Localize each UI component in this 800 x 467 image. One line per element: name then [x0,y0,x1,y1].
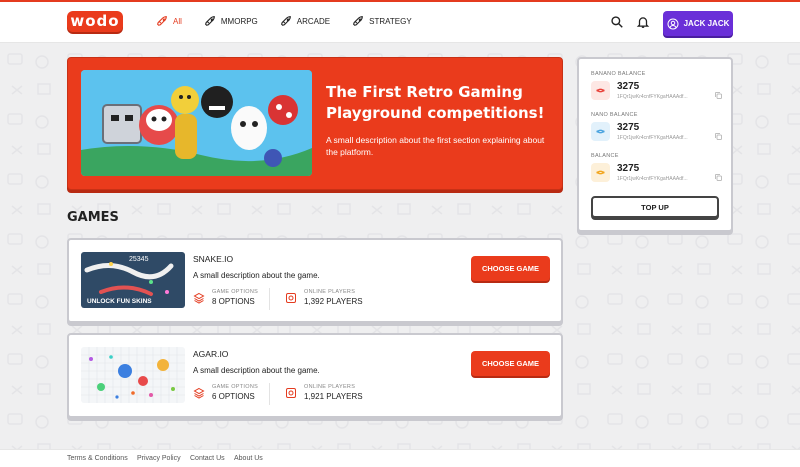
wallet-address: 1FQr1jwKr4cnfFYKgaHAAAdf... [617,135,688,141]
thumb-banner: UNLOCK FUN SKINS [87,298,152,305]
balances-panel: BANANO BALANCE 3275 1FQr1jwKr4cnfFYKgaHA… [577,57,733,232]
wallet-address: 1FQr1jwKr4cnfFYKgaHAAAdf... [617,176,688,182]
category-nav: All MMORPG ARCADE STRATEGY [156,15,434,28]
layers-icon [193,292,205,304]
target-icon [286,388,296,398]
rocket-icon [353,16,363,26]
game-thumbnail [81,347,185,403]
rocket-icon [157,16,167,26]
generic-balance: BALANCE 3275 1FQr1jwKr4cnfFYKgaHAAAdf... [591,153,723,182]
balance-label: NANO BALANCE [591,112,638,118]
game-card-agar: AGAR.IO A small description about the ga… [67,333,563,418]
nav-item-strategy[interactable]: STRATEGY [352,15,412,28]
stat-label: GAME OPTIONS [212,384,259,390]
user-account-button[interactable]: JACK JACK [663,11,733,36]
layers-icon [193,387,205,399]
user-name: JACK JACK [683,19,730,28]
online-players-stat: ONLINE PLAYERS 1,392 PLAYERS [285,289,363,306]
footer: Terms & Conditions Privacy Policy Contac… [0,449,800,467]
game-options-stat: GAME OPTIONS 6 OPTIONS [193,384,258,401]
footer-link-privacy[interactable]: Privacy Policy [137,455,181,462]
nav-label: MMORPG [220,17,258,26]
banano-balance: BANANO BALANCE 3275 1FQr1jwKr4cnfFYKgaHA… [591,71,723,100]
nav-label: STRATEGY [369,17,412,26]
choose-game-button[interactable]: CHOOSE GAME [471,351,550,376]
coin-icon [591,163,610,182]
footer-link-contact[interactable]: Contact Us [190,455,225,462]
game-card-snake: 25345 UNLOCK FUN SKINS SNAKE.IO A small … [67,238,563,323]
stat-value: 8 OPTIONS [212,297,255,306]
hero-image [81,70,312,176]
copy-icon[interactable] [714,173,723,182]
nav-item-arcade[interactable]: ARCADE [280,15,330,28]
balance-amount: 3275 [617,81,640,92]
divider [269,288,270,310]
stat-value: 1,921 PLAYERS [304,392,363,401]
balance-label: BANANO BALANCE [591,71,646,77]
wodo-logo[interactable]: wodo [67,11,123,32]
nav-item-mmorpg[interactable]: MMORPG [204,15,258,28]
balance-amount: 3275 [617,163,640,174]
stat-label: ONLINE PLAYERS [304,289,356,295]
thumb-score: 25345 [129,256,149,263]
balance-amount: 3275 [617,122,640,133]
nano-balance: NANO BALANCE 3275 1FQr1jwKr4cnfFYKgaHAAA… [591,112,723,141]
divider [269,383,270,405]
user-icon [667,18,679,29]
top-header: wodo All MMORPG ARCADE STRATEGY JACK JAC… [0,2,800,43]
hero-banner: The First Retro Gaming Playground compet… [67,57,563,190]
stat-label: ONLINE PLAYERS [304,384,356,390]
footer-link-terms[interactable]: Terms & Conditions [67,455,128,462]
nav-label: ARCADE [296,17,331,26]
game-name: AGAR.IO [193,349,229,359]
hero-description: A small description about the first sect… [326,135,545,157]
stat-value: 6 OPTIONS [212,392,255,401]
balance-label: BALANCE [591,153,619,159]
hero-title: The First Retro Gaming Playground compet… [326,83,545,122]
footer-link-about[interactable]: About Us [234,455,263,462]
bell-icon[interactable] [636,15,650,29]
game-description: A small description about the game. [193,271,320,280]
nav-label: All [173,17,182,26]
stat-value: 1,392 PLAYERS [304,297,363,306]
nav-item-all[interactable]: All [156,15,182,28]
copy-icon[interactable] [714,91,723,100]
game-thumbnail: 25345 UNLOCK FUN SKINS [81,252,185,308]
rocket-icon [204,16,215,26]
stat-label: GAME OPTIONS [212,289,259,295]
top-up-button[interactable]: TOP UP [591,196,719,218]
rocket-icon [280,16,291,26]
game-name: SNAKE.IO [193,254,234,264]
target-icon [286,293,296,303]
nano-coin-icon [591,122,610,141]
choose-game-button[interactable]: CHOOSE GAME [471,256,550,281]
copy-icon[interactable] [714,132,723,141]
banano-coin-icon [591,81,610,100]
wallet-address: 1FQr1jwKr4cnfFYKgaHAAAdf... [617,94,688,100]
online-players-stat: ONLINE PLAYERS 1,921 PLAYERS [285,384,363,401]
games-section-title: GAMES [67,210,119,225]
game-options-stat: GAME OPTIONS 8 OPTIONS [193,289,258,306]
game-description: A small description about the game. [193,366,320,375]
search-icon[interactable] [610,15,624,29]
